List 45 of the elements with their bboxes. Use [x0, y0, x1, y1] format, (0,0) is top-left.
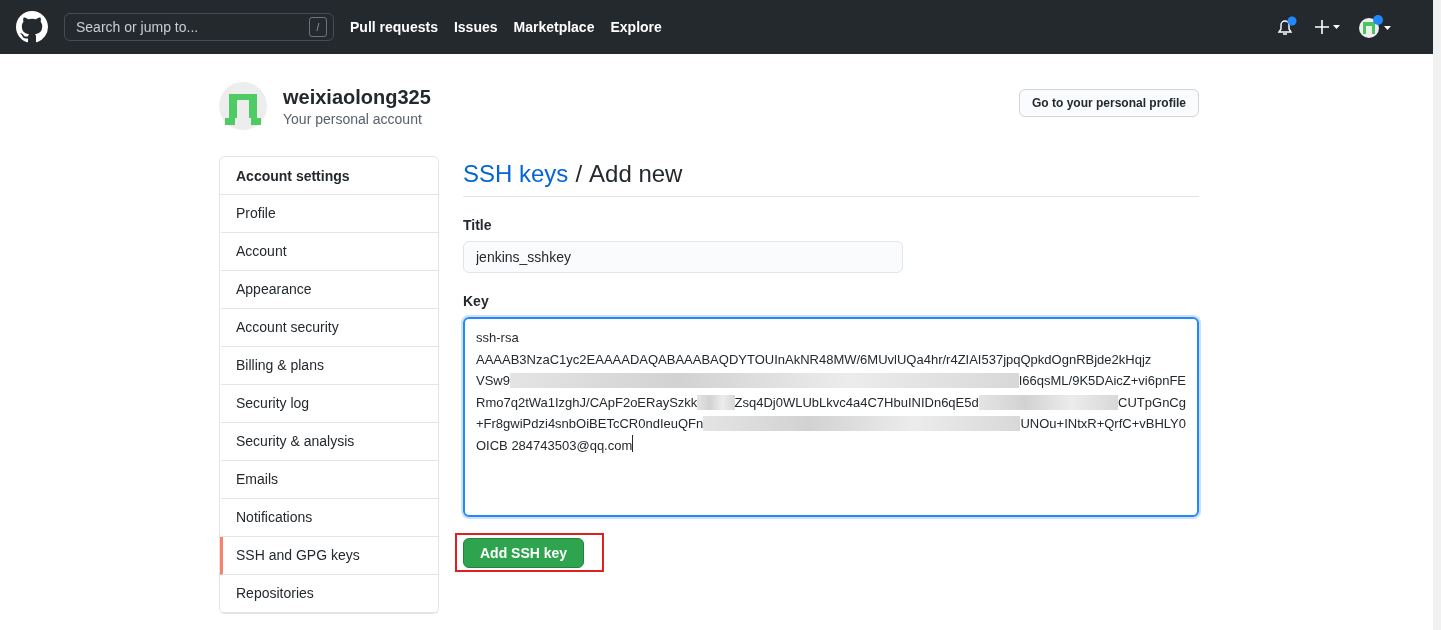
menu-item[interactable]: SSH and GPG keys: [220, 537, 438, 575]
search-field[interactable]: Search or jump to... /: [64, 13, 334, 41]
menu-item[interactable]: Profile: [220, 195, 438, 233]
nav-link[interactable]: Issues: [453, 19, 498, 35]
github-logo-icon[interactable]: [16, 11, 48, 43]
plus-dropdown-icon[interactable]: [1315, 20, 1341, 34]
menu-item[interactable]: Billing & plans: [220, 347, 438, 385]
nav-link[interactable]: Marketplace: [513, 19, 595, 35]
avatar: [219, 82, 267, 130]
avatar-dropdown-icon[interactable]: [1359, 14, 1393, 40]
menu-item[interactable]: Appearance: [220, 271, 438, 309]
redaction-blur: [697, 394, 735, 410]
menu-item[interactable]: Repositories: [220, 575, 438, 613]
key-text: ssh-rsa: [476, 329, 519, 347]
key-text: CUTpGnCg: [1118, 393, 1186, 412]
scrollbar[interactable]: [1433, 0, 1441, 630]
key-text: I66qsML/9K5DAicZ+vi6pnFE: [1018, 372, 1186, 390]
nav-link[interactable]: Explore: [610, 19, 662, 35]
menu-item[interactable]: Emails: [220, 461, 438, 499]
bell-icon[interactable]: [1275, 16, 1297, 38]
menu-item[interactable]: Account: [220, 233, 438, 271]
key-field[interactable]: [463, 317, 1199, 517]
key-text: Rmo7q2tWa1IzghJ/CApF2oERaySzkk: [476, 393, 698, 412]
key-text: AAAAB3NzaC1yc2EAAAADAQABAAABAQDYTOUInAkNR48MW/6MUvlUQa4hr/r4ZIAI537jpqQpkdOgnRBjde2kHqjz: [476, 350, 1152, 369]
profile-button[interactable]: Go to your personal profile: [1019, 89, 1199, 117]
field-label: Key: [463, 293, 490, 309]
key-text: OICB 284743503@qq.com: [476, 436, 633, 455]
menu-item[interactable]: Security & analysis: [220, 423, 438, 461]
menu-item[interactable]: Account security: [220, 309, 438, 347]
key-text: VSw9: [476, 372, 510, 390]
menu-heading: Account settings: [220, 157, 438, 195]
breadcrumb-separator: /: [575, 160, 583, 188]
menu-item[interactable]: Security log: [220, 385, 438, 423]
key-text: UNOu+INtxR+QrfC+vBHLY0: [1020, 415, 1186, 433]
account-subtitle: Your personal account: [283, 110, 423, 127]
field-label: Title: [463, 217, 493, 233]
shortcut-key: /: [309, 17, 327, 37]
key-text: Zsq4Dj0WLUbLkvc4a4C7HbuINIDn6qE5d: [734, 393, 979, 412]
username: weixiaolong325: [283, 85, 431, 109]
title-field[interactable]: jenkins_sshkey: [463, 241, 903, 273]
page-title: Add new: [589, 160, 683, 188]
nav-link[interactable]: Pull requests: [350, 19, 438, 35]
menu-item[interactable]: Notifications: [220, 499, 438, 537]
key-text: +Fr8gwiPdzi4snbOiBETcCR0ndIeuQFn: [476, 415, 704, 433]
breadcrumb-link[interactable]: SSH keys: [463, 160, 569, 188]
